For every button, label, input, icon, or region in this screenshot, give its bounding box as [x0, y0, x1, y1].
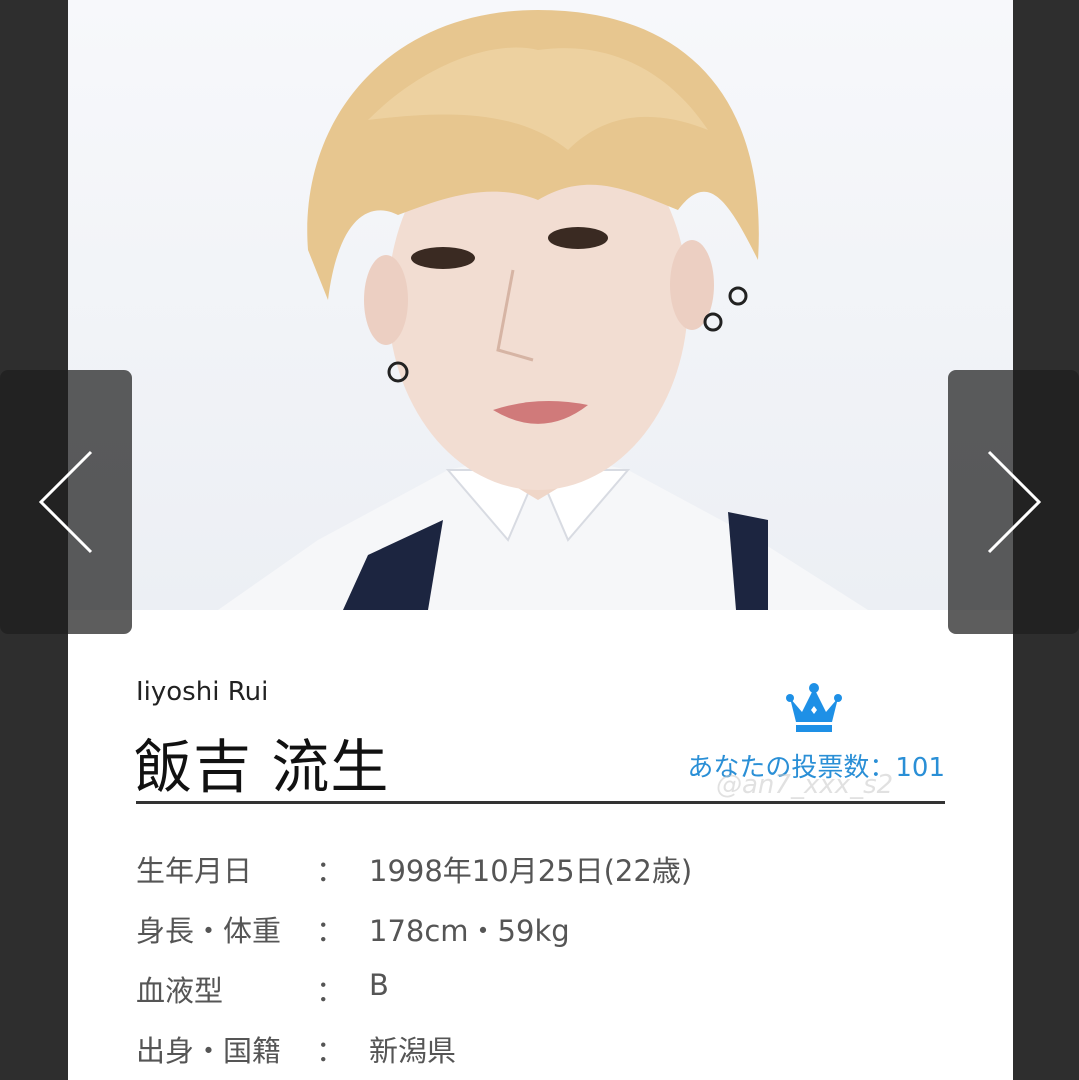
name-roman: Iiyoshi Rui	[136, 677, 269, 707]
row-separator: ：	[316, 854, 346, 888]
row-label: 身長・体重	[136, 914, 282, 948]
row-value: 1998年10月25日(22歳)	[369, 854, 693, 888]
chevron-right-icon	[987, 450, 1042, 554]
profile-row-blood-type: 血液型 ： B	[136, 968, 945, 1028]
row-separator: ：	[316, 1034, 346, 1068]
crown-icon	[786, 683, 842, 732]
row-label: 出身・国籍	[136, 1034, 282, 1068]
divider	[136, 801, 945, 804]
name-kanji: 飯吉 流生	[134, 733, 390, 801]
profile-photo	[68, 0, 1013, 610]
watermark: @an7_xxx_s2	[716, 770, 894, 800]
profile-row-height-weight: 身長・体重 ： 178cm・59kg	[136, 908, 945, 968]
profile-row-birthdate: 生年月日 ： 1998年10月25日(22歳)	[136, 848, 945, 908]
profile-card: Iiyoshi Rui 飯吉 流生 あなたの投票数：101 @an7_xxx_s…	[68, 0, 1013, 1080]
profile-viewer: Iiyoshi Rui 飯吉 流生 あなたの投票数：101 @an7_xxx_s…	[0, 0, 1079, 1080]
row-separator: ：	[316, 974, 346, 1008]
row-label: 血液型	[136, 974, 224, 1008]
profile-details: 生年月日 ： 1998年10月25日(22歳) 身長・体重 ： 178cm・59…	[136, 848, 945, 1080]
profile-row-hometown: 出身・国籍 ： 新潟県	[136, 1028, 945, 1080]
row-label: 生年月日	[136, 854, 253, 888]
prev-button[interactable]	[0, 370, 132, 634]
next-button[interactable]	[948, 370, 1079, 634]
row-value: 新潟県	[369, 1034, 457, 1068]
row-value: 178cm・59kg	[369, 914, 570, 948]
row-separator: ：	[316, 914, 346, 948]
chevron-left-icon	[38, 450, 93, 554]
row-value: B	[369, 968, 389, 1002]
